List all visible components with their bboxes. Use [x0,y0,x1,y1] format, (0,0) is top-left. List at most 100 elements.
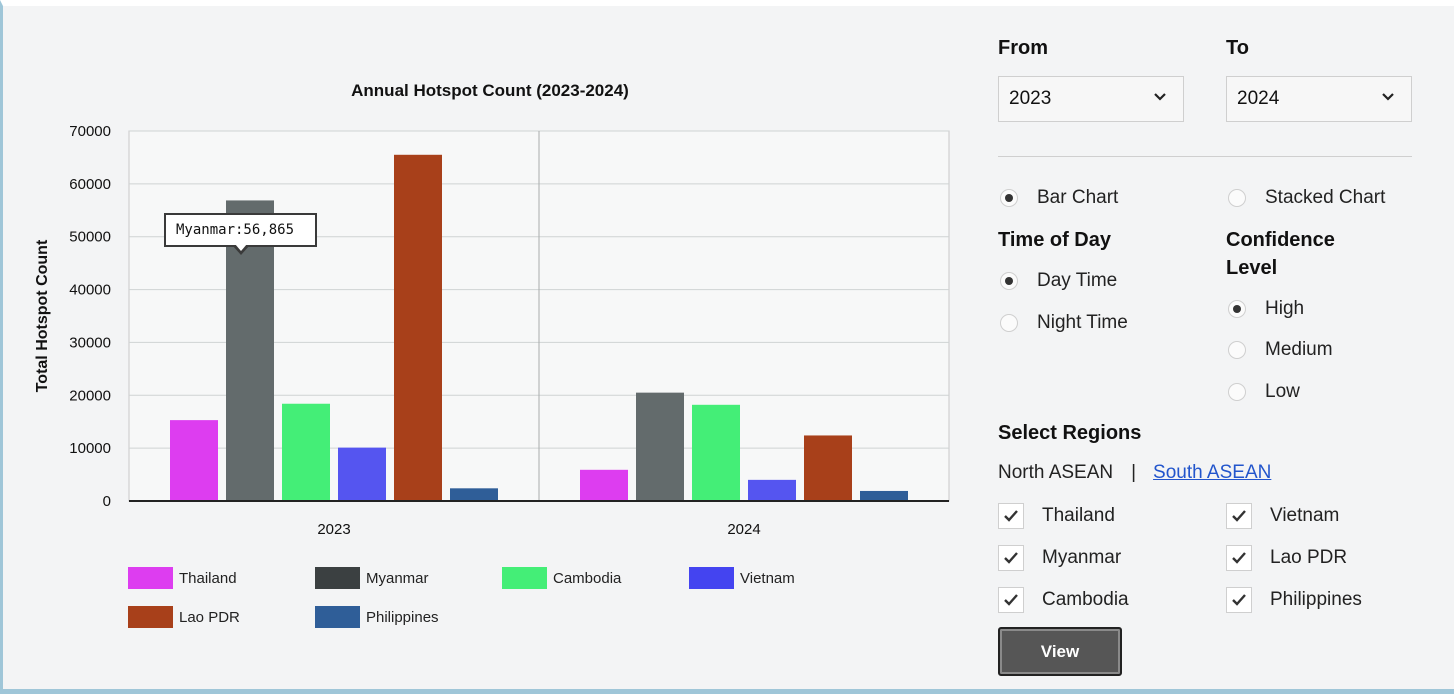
bar-lao-pdr-2024[interactable] [804,435,852,501]
bar-cambodia-2024[interactable] [692,404,740,501]
checkmark-icon [1232,594,1246,606]
legend-item-myanmar[interactable]: Myanmar [315,567,429,589]
radio-selected-icon [1228,300,1246,318]
to-year-value: 2024 [1237,88,1280,109]
country-label: Cambodia [1042,589,1129,610]
legend-label: Lao PDR [179,608,240,626]
x-tick-label: 2024 [727,521,760,538]
legend-swatch [502,567,547,589]
country-checkbox-myanmar[interactable]: Myanmar [998,545,1121,571]
legend-label: Philippines [366,608,439,626]
checkmark-icon [1232,510,1246,522]
chart-title: Annual Hotspot Count (2023-2024) [351,81,629,100]
legend-swatch [128,567,173,589]
checkbox[interactable] [1226,587,1252,613]
checkmark-icon [1232,552,1246,564]
region-separator: | [1131,462,1137,483]
south-asean-link[interactable]: South ASEAN [1153,462,1271,484]
night-time-radio[interactable]: Night Time [1000,312,1128,334]
radio-unselected-icon [1228,341,1246,359]
country-checkbox-thailand[interactable]: Thailand [998,503,1115,529]
y-tick-label: 60000 [69,176,111,193]
legend-swatch [128,606,173,628]
radio-unselected-icon [1000,314,1018,332]
bar-lao-pdr-2023[interactable] [394,154,442,502]
checkbox[interactable] [998,587,1024,613]
stacked-chart-radio[interactable]: Stacked Chart [1228,187,1385,209]
panel-divider [998,156,1412,157]
legend-item-cambodia[interactable]: Cambodia [502,567,621,589]
to-label: To [1226,37,1249,59]
confidence-title-line2: Level [1226,257,1278,279]
y-tick-label: 30000 [69,334,111,351]
y-tick-label: 50000 [69,229,111,246]
day-time-label: Day Time [1037,270,1118,291]
country-checkbox-vietnam[interactable]: Vietnam [1226,503,1339,529]
north-asean-link[interactable]: North ASEAN [998,462,1113,484]
view-button[interactable]: View [998,627,1122,676]
country-checkbox-lao-pdr[interactable]: Lao PDR [1226,545,1347,571]
checkmark-icon [1004,552,1018,564]
y-tick-label: 40000 [69,282,111,299]
checkbox[interactable] [998,503,1024,529]
confidence-high-label: High [1265,298,1305,319]
radio-unselected-icon [1228,383,1246,401]
confidence-low-label: Low [1265,381,1300,402]
y-tick-label: 20000 [69,387,111,404]
region-group-links: North ASEAN | South ASEAN [998,462,1271,484]
from-label: From [998,37,1048,59]
y-tick-label: 10000 [69,440,111,457]
country-label: Philippines [1270,589,1362,610]
country-label: Thailand [1042,505,1115,526]
from-year-value: 2023 [1009,88,1052,109]
confidence-medium-radio[interactable]: Medium [1228,339,1333,361]
legend-item-thailand[interactable]: Thailand [128,567,237,589]
time-of-day-title: Time of Day [998,229,1111,251]
bar-philippines-2024[interactable] [860,490,908,501]
hotspot-bar-chart: Annual Hotspot Count (2023-2024) Total H… [34,81,950,538]
select-regions-title: Select Regions [998,422,1142,444]
confidence-high-radio[interactable]: High [1228,298,1304,320]
stacked-chart-label: Stacked Chart [1265,187,1386,208]
bar-philippines-2023[interactable] [450,488,498,501]
bar-chart-label: Bar Chart [1037,187,1119,208]
chart-tooltip: Myanmar:56,865 [164,213,317,247]
from-year-select[interactable]: 2023 [998,76,1184,122]
bar-cambodia-2023[interactable] [282,403,330,501]
country-checkbox-philippines[interactable]: Philippines [1226,587,1362,613]
bar-chart-radio[interactable]: Bar Chart [1000,187,1118,209]
y-axis-label: Total Hotspot Count [34,239,51,392]
tooltip-arrow-inner [235,244,247,251]
legend-label: Vietnam [740,569,795,587]
bar-myanmar-2024[interactable] [636,392,684,501]
legend-item-lao-pdr[interactable]: Lao PDR [128,606,240,628]
bar-vietnam-2023[interactable] [338,447,386,501]
night-time-label: Night Time [1037,312,1128,333]
country-label: Myanmar [1042,547,1122,568]
legend-swatch [315,606,360,628]
legend-swatch [689,567,734,589]
bar-vietnam-2024[interactable] [748,479,796,501]
legend-label: Cambodia [553,569,622,587]
legend-item-philippines[interactable]: Philippines [315,606,439,628]
country-checkbox-cambodia[interactable]: Cambodia [998,587,1129,613]
checkbox[interactable] [1226,503,1252,529]
checkbox[interactable] [998,545,1024,571]
legend-swatch [315,567,360,589]
checkmark-icon [1004,510,1018,522]
chevron-down-icon [1154,93,1166,101]
to-year-select[interactable]: 2024 [1226,76,1412,122]
confidence-title-line1: Confidence [1226,229,1335,251]
radio-selected-icon [1000,272,1018,290]
confidence-low-radio[interactable]: Low [1228,381,1300,403]
country-label: Lao PDR [1270,547,1348,568]
y-tick-label: 0 [103,493,111,510]
confidence-medium-label: Medium [1265,339,1333,360]
day-time-radio[interactable]: Day Time [1000,270,1117,292]
legend-item-vietnam[interactable]: Vietnam [689,567,795,589]
bar-thailand-2024[interactable] [580,469,628,501]
checkmark-icon [1004,594,1018,606]
checkbox[interactable] [1226,545,1252,571]
bar-thailand-2023[interactable] [170,420,218,501]
legend-label: Myanmar [366,569,429,587]
